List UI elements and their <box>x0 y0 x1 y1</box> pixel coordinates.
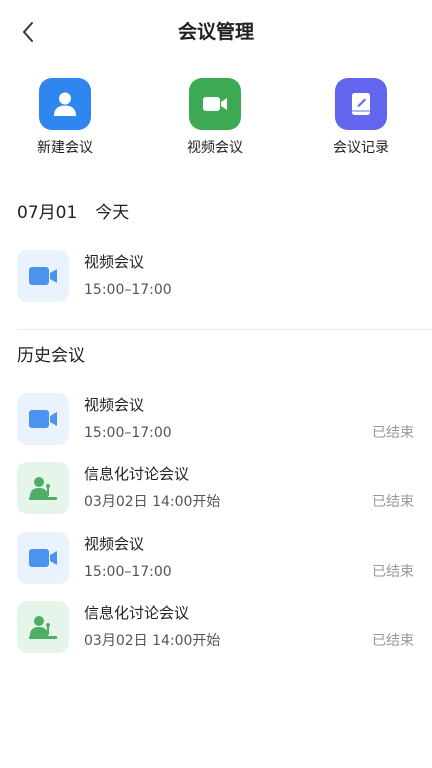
meeting-status: 已结束 <box>372 425 414 441</box>
video-camera-icon <box>29 267 57 285</box>
quick-actions: 新建会议 视频会议 会议记录 <box>0 78 432 168</box>
history-section-title: 历史会议 <box>17 346 85 366</box>
today-date: 07月01 <box>17 203 78 223</box>
meeting-records-icon-tile <box>335 78 387 130</box>
meeting-time: 15:00–17:00 <box>84 282 172 298</box>
meeting-time: 03月02日 14:00开始 <box>84 494 221 510</box>
video-meeting-button[interactable]: 视频会议 <box>160 78 270 157</box>
meeting-status: 已结束 <box>372 564 414 580</box>
today-label: 今天 <box>95 203 130 223</box>
new-meeting-label: 新建会议 <box>37 140 93 156</box>
meeting-thumb <box>17 462 69 514</box>
history-meeting-item[interactable]: 信息化讨论会议 03月02日 14:00开始 已结束 <box>0 601 432 655</box>
history-meeting-item[interactable]: 视频会议 15:00–17:00 已结束 <box>0 393 432 447</box>
new-meeting-icon-tile <box>39 78 91 130</box>
history-meeting-item[interactable]: 视频会议 15:00–17:00 已结束 <box>0 532 432 586</box>
meeting-status: 已结束 <box>372 633 414 649</box>
video-camera-icon <box>203 97 227 111</box>
presenter-podium-icon <box>29 616 57 639</box>
presenter-podium-icon <box>29 477 57 500</box>
top-bar: 会议管理 <box>0 0 432 64</box>
meeting-name: 信息化讨论会议 <box>84 465 190 483</box>
meeting-thumb <box>17 601 69 653</box>
notebook-icon <box>352 93 370 115</box>
meeting-name: 信息化讨论会议 <box>84 604 190 622</box>
page-title: 会议管理 <box>177 21 254 43</box>
video-meeting-label: 视频会议 <box>187 140 243 156</box>
meeting-name: 视频会议 <box>84 535 145 553</box>
video-camera-icon <box>29 549 57 567</box>
today-meeting-item[interactable]: 视频会议 15:00–17:00 <box>0 250 432 304</box>
section-divider <box>17 329 432 330</box>
meeting-name: 视频会议 <box>84 253 145 271</box>
video-meeting-icon-tile <box>189 78 241 130</box>
meeting-thumb <box>17 250 69 302</box>
meeting-time: 15:00–17:00 <box>84 564 172 580</box>
meeting-name: 视频会议 <box>84 396 145 414</box>
meeting-records-button[interactable]: 会议记录 <box>306 78 416 157</box>
meeting-time: 15:00–17:00 <box>84 425 172 441</box>
person-icon <box>54 92 76 116</box>
today-section-title: 07月01 今天 <box>17 202 129 224</box>
meeting-records-label: 会议记录 <box>333 140 389 156</box>
history-meeting-item[interactable]: 信息化讨论会议 03月02日 14:00开始 已结束 <box>0 462 432 516</box>
meeting-thumb <box>17 532 69 584</box>
meeting-thumb <box>17 393 69 445</box>
new-meeting-button[interactable]: 新建会议 <box>10 78 120 157</box>
meeting-status: 已结束 <box>372 494 414 510</box>
meeting-time: 03月02日 14:00开始 <box>84 633 221 649</box>
video-camera-icon <box>29 410 57 428</box>
